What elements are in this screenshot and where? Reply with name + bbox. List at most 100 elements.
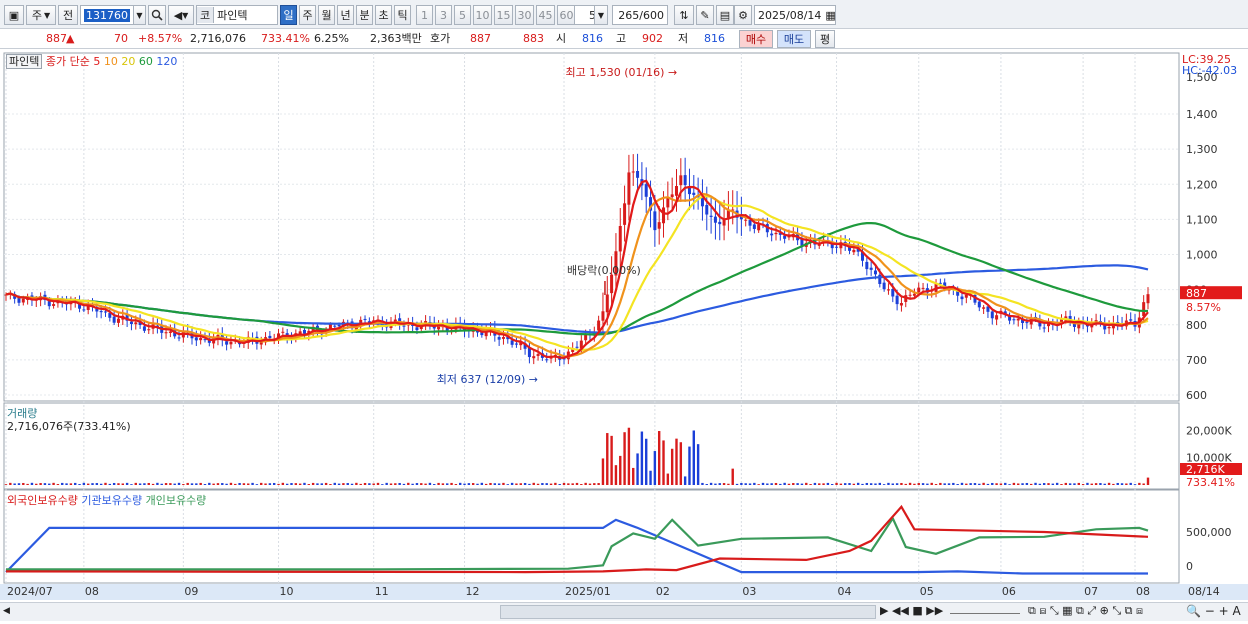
interval-button-2[interactable]: 5 xyxy=(454,5,471,25)
volume-bar xyxy=(1068,483,1072,485)
volume-bar xyxy=(947,483,951,485)
nav-controls[interactable]: ▶ ◀◀ ■ ▶▶ xyxy=(880,604,943,617)
interval-button-3[interactable]: 10 xyxy=(473,5,492,25)
price-candle xyxy=(912,293,916,296)
price-legend: 파인텍 종가 단순 5 10 20 60 120 xyxy=(6,53,177,69)
settings-icon[interactable]: ⚙ xyxy=(734,5,752,25)
chart-tool-icon[interactable]: ⇅ xyxy=(674,5,694,25)
price-candle xyxy=(1025,322,1029,324)
interval-button-1[interactable]: 3 xyxy=(435,5,452,25)
volume-bar xyxy=(606,433,609,485)
period-button-5[interactable]: 초 xyxy=(375,5,392,25)
price-candle xyxy=(129,321,133,325)
price-candle xyxy=(601,311,605,321)
volume-bar xyxy=(411,483,414,485)
stock-chart[interactable]: 1,4001,3001,2001,1001,0009008007006001,5… xyxy=(0,49,1248,621)
x-axis-label: 08 xyxy=(85,585,99,598)
volume-bar xyxy=(420,483,423,485)
period-button-3[interactable]: 년 xyxy=(337,5,354,25)
prev-button[interactable]: 전 xyxy=(58,5,78,25)
price-candle xyxy=(835,246,839,248)
price-candle xyxy=(873,270,877,275)
date-field[interactable]: 2025/08/14 ▦ xyxy=(754,5,836,25)
x-axis-label: 12 xyxy=(466,585,480,598)
volume-bar xyxy=(536,483,540,485)
x-axis-label: 04 xyxy=(838,585,852,598)
buy-button[interactable]: 매수 xyxy=(739,30,773,48)
period-button-0[interactable]: 일 xyxy=(280,5,297,25)
period-button-1[interactable]: 주 xyxy=(299,5,316,25)
volume-bar xyxy=(1047,483,1050,485)
institution-legend: 기관보유수량 xyxy=(81,494,143,507)
volume-bar xyxy=(446,483,449,485)
speaker-icon[interactable]: ◀ ▼ xyxy=(168,5,194,25)
price-axis-tick: 600 xyxy=(1186,389,1207,402)
market-dropdown[interactable]: 주 ▼ xyxy=(26,5,56,25)
open-label: 시 xyxy=(556,32,567,45)
price-candle xyxy=(977,301,981,308)
code-dropdown-icon[interactable]: ▼ xyxy=(133,5,146,25)
scrollbar-thumb[interactable] xyxy=(500,605,876,619)
interval-button-0[interactable]: 1 xyxy=(416,5,433,25)
stock-tag: 파인텍 xyxy=(6,54,43,69)
volume-bar xyxy=(389,483,393,485)
price-candle xyxy=(709,215,713,217)
x-axis-label: 02 xyxy=(656,585,670,598)
x-axis-label: 05 xyxy=(920,585,934,598)
volume-bar xyxy=(497,483,501,485)
volume-bar xyxy=(519,483,522,485)
volume-bar xyxy=(125,482,129,485)
volume-bar xyxy=(735,483,739,485)
volume-bar xyxy=(541,483,544,485)
price-candle xyxy=(1146,294,1150,304)
volume-bar xyxy=(835,482,838,485)
price-candle xyxy=(268,335,272,339)
volume-bar xyxy=(965,483,968,485)
interval-button-4[interactable]: 15 xyxy=(494,5,513,25)
bar-count-field[interactable]: 265/600 xyxy=(612,5,668,25)
volume-bar xyxy=(619,455,622,485)
draw-tool-icon[interactable]: ✎ xyxy=(696,5,714,25)
volume-bar xyxy=(831,484,834,485)
up-arrow-icon: ▲ xyxy=(66,32,75,45)
volume-bar xyxy=(662,440,665,485)
volume-bar xyxy=(722,483,726,485)
window-icon[interactable]: ▣ xyxy=(4,5,24,25)
scroll-left-icon[interactable]: ◀ xyxy=(3,606,13,618)
tool-icons[interactable]: ⧉ ⧈ ⤡ ▦ ⧉ ⤢ ⊕ ⤡ ⧉ ⧈ xyxy=(1028,604,1143,618)
x-axis-label: 2024/07 xyxy=(7,585,53,598)
price-candle xyxy=(653,211,657,231)
chevron-down-icon[interactable]: ▼ xyxy=(594,5,608,25)
period-button-4[interactable]: 분 xyxy=(356,5,373,25)
volume-bar xyxy=(649,470,652,485)
period-button-2[interactable]: 월 xyxy=(318,5,335,25)
volume-bar xyxy=(376,482,380,485)
period-button-6[interactable]: 틱 xyxy=(394,5,411,25)
x-axis-label: 10 xyxy=(280,585,294,598)
price-candle xyxy=(333,325,337,327)
volume-bar xyxy=(1042,483,1046,485)
volume-bar xyxy=(571,483,574,485)
price-candle xyxy=(1107,326,1111,329)
volume-bar xyxy=(913,483,916,485)
volume-bar xyxy=(1004,482,1007,485)
stock-name-field[interactable]: 코 파인텍 xyxy=(196,5,278,25)
interval-button-6[interactable]: 45 xyxy=(536,5,555,25)
price-candle xyxy=(705,204,709,215)
volume-bar xyxy=(1038,483,1042,485)
volume-bar xyxy=(251,482,254,485)
sell-button[interactable]: 매도 xyxy=(777,30,811,48)
interval-button-5[interactable]: 30 xyxy=(515,5,534,25)
zoom-icons[interactable]: 🔍 − + A xyxy=(1186,604,1241,618)
volume-bar xyxy=(1017,483,1020,485)
search-icon[interactable] xyxy=(148,5,166,25)
price-candle xyxy=(636,171,640,178)
volume-bar xyxy=(991,482,994,485)
eval-button[interactable]: 평 xyxy=(815,30,835,48)
volume-bar xyxy=(402,483,406,485)
chart-canvas[interactable]: 1,4001,3001,2001,1001,0009008007006001,5… xyxy=(0,49,1248,621)
volume-bar xyxy=(714,483,717,485)
save-icon[interactable]: ▤ xyxy=(716,5,734,25)
zoom-slider[interactable] xyxy=(950,604,1020,614)
volume-bar xyxy=(766,483,769,485)
